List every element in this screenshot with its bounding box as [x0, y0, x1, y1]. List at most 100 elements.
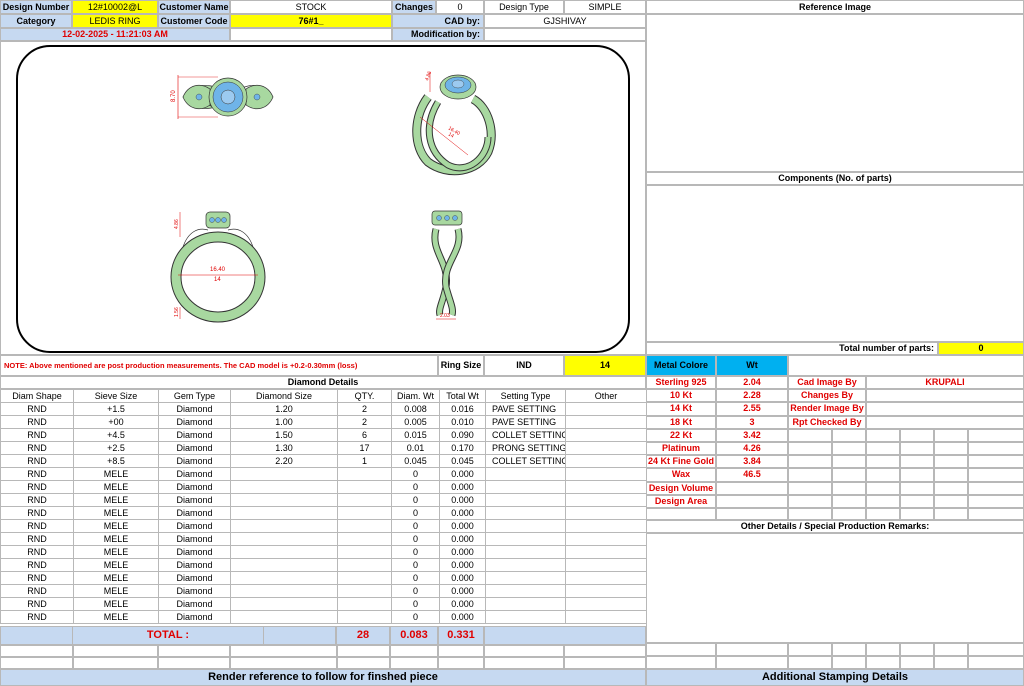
- credit-value[interactable]: KRUPALI: [866, 376, 1024, 390]
- diamond-cell[interactable]: Diamond: [158, 467, 231, 481]
- changes-value[interactable]: 0: [436, 0, 484, 14]
- metal-weight[interactable]: 3: [716, 415, 788, 429]
- diamond-cell[interactable]: [337, 480, 392, 494]
- diamond-cell[interactable]: 0: [391, 584, 440, 598]
- diamond-cell[interactable]: 1.20: [230, 402, 338, 416]
- diamond-cell[interactable]: RND: [0, 558, 74, 572]
- diamond-cell[interactable]: 0: [391, 571, 440, 585]
- metal-weight[interactable]: 46.5: [716, 468, 788, 482]
- design-number-value[interactable]: 12#10002@L: [72, 0, 158, 14]
- diamond-cell[interactable]: [565, 506, 647, 520]
- diamond-cell[interactable]: Diamond: [158, 506, 231, 520]
- diamond-cell[interactable]: [565, 428, 647, 442]
- diamond-cell[interactable]: MELE: [73, 597, 159, 611]
- diamond-cell[interactable]: [485, 610, 566, 624]
- diamond-cell[interactable]: 0.000: [439, 558, 486, 572]
- ring-size-standard[interactable]: IND: [484, 355, 564, 376]
- diamond-cell[interactable]: 2: [337, 415, 392, 429]
- diamond-cell[interactable]: [565, 480, 647, 494]
- design-type-value[interactable]: SIMPLE: [564, 0, 646, 14]
- diamond-cell[interactable]: MELE: [73, 584, 159, 598]
- diamond-cell[interactable]: 1.50: [230, 428, 338, 442]
- diamond-cell[interactable]: 0.000: [439, 532, 486, 546]
- diamond-cell[interactable]: 0.000: [439, 597, 486, 611]
- diamond-cell[interactable]: 0.016: [439, 402, 486, 416]
- diamond-cell[interactable]: MELE: [73, 493, 159, 507]
- diamond-cell[interactable]: 0: [391, 493, 440, 507]
- diamond-cell[interactable]: 0: [391, 558, 440, 572]
- diamond-cell[interactable]: [485, 545, 566, 559]
- diamond-cell[interactable]: Diamond: [158, 519, 231, 533]
- diamond-cell[interactable]: [230, 584, 338, 598]
- diamond-cell[interactable]: +2.5: [73, 441, 159, 455]
- diamond-cell[interactable]: [485, 480, 566, 494]
- diamond-cell[interactable]: 1.00: [230, 415, 338, 429]
- diamond-cell[interactable]: MELE: [73, 532, 159, 546]
- other-details-area[interactable]: [646, 533, 1024, 643]
- modification-value[interactable]: [484, 28, 646, 41]
- diamond-cell[interactable]: RND: [0, 532, 74, 546]
- diamond-cell[interactable]: MELE: [73, 467, 159, 481]
- diamond-cell[interactable]: MELE: [73, 610, 159, 624]
- diamond-cell[interactable]: 0: [391, 519, 440, 533]
- diamond-cell[interactable]: [565, 584, 647, 598]
- diamond-cell[interactable]: RND: [0, 597, 74, 611]
- diamond-cell[interactable]: [337, 506, 392, 520]
- diamond-cell[interactable]: [485, 467, 566, 481]
- diamond-cell[interactable]: [230, 519, 338, 533]
- diamond-cell[interactable]: [565, 454, 647, 468]
- diamond-cell[interactable]: Diamond: [158, 597, 231, 611]
- credit-value[interactable]: [866, 389, 1024, 403]
- diamond-cell[interactable]: 0.01: [391, 441, 440, 455]
- diamond-cell[interactable]: 1.30: [230, 441, 338, 455]
- diamond-cell[interactable]: RND: [0, 467, 74, 481]
- diamond-cell[interactable]: [337, 584, 392, 598]
- total-parts-value[interactable]: 0: [938, 342, 1024, 355]
- diamond-cell[interactable]: [230, 493, 338, 507]
- diamond-cell[interactable]: MELE: [73, 545, 159, 559]
- diamond-cell[interactable]: 2: [337, 402, 392, 416]
- diamond-cell[interactable]: 0.000: [439, 506, 486, 520]
- diamond-cell[interactable]: [337, 532, 392, 546]
- metal-weight[interactable]: 2.55: [716, 402, 788, 416]
- diamond-cell[interactable]: PRONG SETTING: [485, 441, 566, 455]
- metal-weight[interactable]: 4.26: [716, 442, 788, 456]
- diamond-cell[interactable]: Diamond: [158, 428, 231, 442]
- diamond-cell[interactable]: 0.000: [439, 480, 486, 494]
- diamond-cell[interactable]: RND: [0, 610, 74, 624]
- diamond-cell[interactable]: [230, 610, 338, 624]
- diamond-cell[interactable]: 0.008: [391, 402, 440, 416]
- diamond-cell[interactable]: 0: [391, 610, 440, 624]
- diamond-cell[interactable]: 0.000: [439, 571, 486, 585]
- diamond-cell[interactable]: [565, 415, 647, 429]
- diamond-cell[interactable]: +00: [73, 415, 159, 429]
- diamond-cell[interactable]: 0.000: [439, 610, 486, 624]
- diamond-cell[interactable]: 0.000: [439, 584, 486, 598]
- diamond-cell[interactable]: Diamond: [158, 558, 231, 572]
- diamond-cell[interactable]: [485, 519, 566, 533]
- diamond-cell[interactable]: [230, 558, 338, 572]
- diamond-cell[interactable]: RND: [0, 428, 74, 442]
- diamond-cell[interactable]: Diamond: [158, 532, 231, 546]
- diamond-cell[interactable]: 0.000: [439, 493, 486, 507]
- diamond-cell[interactable]: [230, 597, 338, 611]
- diamond-cell[interactable]: 0: [391, 467, 440, 481]
- diamond-cell[interactable]: [565, 571, 647, 585]
- diamond-cell[interactable]: RND: [0, 493, 74, 507]
- diamond-cell[interactable]: [337, 519, 392, 533]
- diamond-cell[interactable]: RND: [0, 480, 74, 494]
- diamond-cell[interactable]: 17: [337, 441, 392, 455]
- diamond-cell[interactable]: RND: [0, 519, 74, 533]
- diamond-cell[interactable]: [565, 441, 647, 455]
- diamond-cell[interactable]: 0: [391, 506, 440, 520]
- diamond-cell[interactable]: [230, 480, 338, 494]
- diamond-cell[interactable]: [565, 493, 647, 507]
- diamond-cell[interactable]: [485, 558, 566, 572]
- diamond-cell[interactable]: Diamond: [158, 402, 231, 416]
- diamond-cell[interactable]: RND: [0, 441, 74, 455]
- diamond-cell[interactable]: 0: [391, 597, 440, 611]
- diamond-cell[interactable]: [230, 545, 338, 559]
- credit-value[interactable]: [866, 402, 1024, 416]
- diamond-cell[interactable]: [565, 610, 647, 624]
- metal-weight[interactable]: 3.42: [716, 428, 788, 442]
